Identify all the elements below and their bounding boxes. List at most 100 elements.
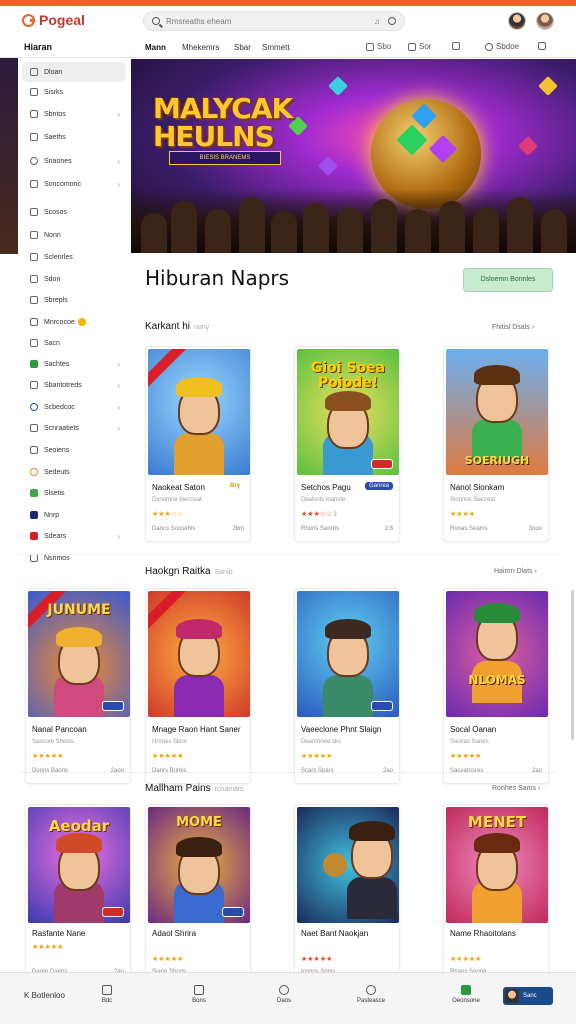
trophy-icon xyxy=(30,468,38,476)
sidebar-item[interactable]: Sclenrles xyxy=(22,247,126,267)
thumbnail-art-title: MOME xyxy=(176,815,222,830)
sidebar-item[interactable]: Scbedcoc › xyxy=(22,397,126,417)
document-icon xyxy=(30,275,38,283)
download-bundle-button[interactable]: Dsloemn Bonnles xyxy=(463,268,553,292)
sidebar-item-home[interactable]: Dloan xyxy=(22,62,126,82)
back-button[interactable]: K Botlenloo xyxy=(24,991,65,1000)
game-card[interactable]: Aeodar Rasfante Nane ★★★★★ Daren Daens 2… xyxy=(25,804,131,1000)
sidebar-item[interactable]: Nnrp xyxy=(22,505,126,525)
sidebar-item[interactable]: Sdears › xyxy=(22,526,126,546)
sidebar-item[interactable]: Sbntos › xyxy=(22,104,126,124)
sidebar-item[interactable]: Nsnmos xyxy=(22,548,126,568)
sidebar-item-label: Soncomonc xyxy=(44,180,81,188)
game-card[interactable]: Vaeeclone Phnt Slaign Deantonee sks ★★★★… xyxy=(294,588,400,784)
character-head xyxy=(325,391,371,449)
sidebar-item[interactable]: Sedeuts xyxy=(22,462,126,482)
game-title: Rasfante Nane xyxy=(32,929,86,938)
bottom-item-pasteasce[interactable]: Pasteasce xyxy=(351,985,391,1004)
row-see-all-link[interactable]: Fhitisl Dsals › xyxy=(492,324,534,331)
game-card[interactable]: JUNUME Nanal Pancoan Sancote Sheiss ★★★★… xyxy=(25,588,131,784)
person-icon xyxy=(366,985,376,995)
row-see-all-link[interactable]: Hainrn Dlats › xyxy=(494,568,537,575)
previous-banner-edge xyxy=(0,58,18,254)
sidebar-item[interactable]: Saeths xyxy=(22,127,126,147)
thumbnail-art-title: MENET xyxy=(467,813,527,831)
sidebar-item[interactable]: Snaones › xyxy=(22,151,126,171)
expand-icon xyxy=(30,554,38,562)
game-card[interactable]: Naokeat Saton Bry Dsnomne biecnsat ★★★☆☆… xyxy=(145,346,251,542)
game-card[interactable]: Naet Bant Naokjan ★★★★★ Iosnos Snnis xyxy=(294,804,400,1000)
sidebar-item[interactable]: Mnrcocoe xyxy=(22,312,126,332)
coins-icon xyxy=(30,318,38,326)
mic-icon[interactable]: ♫ xyxy=(374,17,380,26)
search-input[interactable]: Rmsreaths eheam ♫ xyxy=(143,11,405,31)
game-card[interactable]: Gioi Soea Poiode! Setchos Pagu Ganrea De… xyxy=(294,346,400,542)
nav-item-store[interactable]: Sbar xyxy=(234,43,251,52)
character-head xyxy=(474,833,520,891)
tool-cart[interactable] xyxy=(538,42,546,50)
nav-item-marketplace[interactable]: Mhekemrs xyxy=(182,43,219,52)
game-card[interactable]: Mnage Raon Hant Saner Hrones Skrol ★★★★★… xyxy=(145,588,251,784)
box-icon xyxy=(30,424,38,432)
game-badge xyxy=(102,701,124,711)
nav-item-main[interactable]: Mann xyxy=(145,43,166,52)
rating-stars: ★★★★★ xyxy=(152,955,183,963)
bottom-item-bdc[interactable]: Bdc xyxy=(87,985,127,1004)
back-label: Botlenloo xyxy=(31,991,65,1000)
gem-decoration xyxy=(538,76,558,96)
sidebar-item-label: Mnrcocoe xyxy=(44,318,75,326)
game-thumbnail: Gioi Soea Poiode! xyxy=(297,349,399,475)
sidebar-item[interactable]: Sdon xyxy=(22,269,126,289)
bottom-item-daos[interactable]: Daos xyxy=(264,985,304,1004)
bottom-item-oeonsone[interactable]: Oeonsone xyxy=(446,985,486,1004)
game-card[interactable]: MOME Adaol Shrira ★★★★★ Siane Shons xyxy=(145,804,251,1000)
history-icon[interactable] xyxy=(388,17,396,25)
row-see-all-link[interactable]: Ronhes Sams › xyxy=(492,785,540,792)
thumbnail-art-title: Aeodar xyxy=(48,817,110,835)
game-title: Naokeat Saton xyxy=(152,483,205,492)
game-developer: Deantonee sks xyxy=(301,739,342,745)
sidebar-item-label: Sbrepls xyxy=(44,296,68,304)
sidebar-item[interactable]: Sisrks xyxy=(22,82,126,102)
tool-share[interactable]: Sbdoe xyxy=(485,42,519,51)
tool-sort[interactable]: Sor xyxy=(408,42,431,51)
game-meta: Donns Baons xyxy=(32,768,69,774)
nav-item-settings[interactable]: Smmett xyxy=(262,43,290,52)
sidebar-item[interactable]: Scosos xyxy=(22,202,126,222)
game-card[interactable]: MENET Name Rhaoitolans ★★★★★ Rnans Soone xyxy=(443,804,549,1000)
sidebar-item[interactable]: Scnraatiets › xyxy=(22,418,126,438)
row-link-text: Fhitisl Dsals xyxy=(492,324,530,331)
scrollbar[interactable] xyxy=(571,590,574,740)
tool-bookmark[interactable] xyxy=(452,42,460,50)
sidebar-item[interactable]: Seoiens xyxy=(22,440,126,460)
character-body xyxy=(174,433,224,475)
user-avatar[interactable] xyxy=(508,12,526,30)
bottom-item-bons[interactable]: Bons xyxy=(179,985,219,1004)
game-thumbnail: Aeodar xyxy=(28,807,130,923)
calendar-icon xyxy=(30,253,38,261)
tool-filter[interactable]: Sbo xyxy=(366,42,391,51)
sidebar-item-label: Sdon xyxy=(44,275,61,283)
star-icon xyxy=(30,133,38,141)
sidebar-item[interactable]: Sacn xyxy=(22,333,126,353)
section-divider xyxy=(18,554,558,555)
sidebar-item[interactable]: Sbrepls xyxy=(22,290,126,310)
rating-stars: ★★★★★ xyxy=(152,752,183,760)
game-thumbnail xyxy=(297,591,399,717)
gem-decoration xyxy=(328,76,348,96)
sidebar-item[interactable]: Nonn xyxy=(22,225,126,245)
sidebar-item[interactable]: Slsetis xyxy=(22,483,126,503)
second-avatar[interactable] xyxy=(536,12,554,30)
sidebar-item[interactable]: Soncomonc › xyxy=(22,174,126,194)
sidebar-item[interactable]: Sbantotreds › xyxy=(22,375,126,395)
row-link-text: Hainrn Dlats xyxy=(494,568,533,575)
clock-icon xyxy=(30,157,38,165)
game-meta: Danrs Bunks xyxy=(152,768,187,774)
app-logo[interactable]: Pogeal xyxy=(22,12,85,28)
game-card[interactable]: SOERIUGH Nanol Sionkam Sionnos Siacrest … xyxy=(443,346,549,542)
profile-button[interactable]: Sanc xyxy=(503,987,553,1005)
sidebar-item[interactable]: Sachtes › xyxy=(22,354,126,374)
hero-banner[interactable]: MALYCAK HEULNS BIESIS BRANEMS xyxy=(131,59,576,253)
tag-icon xyxy=(30,208,38,216)
game-card[interactable]: NLOMAS Socal Oanan Saovas Sanes ★★★★★ Sa… xyxy=(443,588,549,784)
